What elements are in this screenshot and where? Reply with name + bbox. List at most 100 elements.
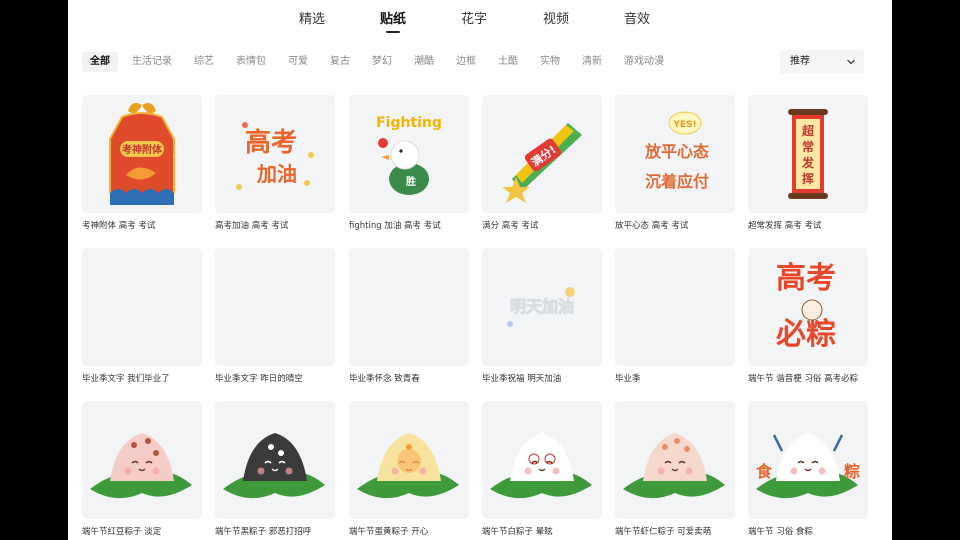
sticker-thumbnail[interactable]: 明天加油 (482, 248, 602, 366)
filter-chip-3[interactable]: 表情包 (236, 52, 266, 72)
scroll-rod-top (788, 109, 828, 115)
sticker-thumbnail[interactable]: YES! 放平心态 沉着应付 (615, 95, 735, 213)
tab-4[interactable]: 音效 (624, 8, 650, 27)
mini-zongzi (801, 299, 823, 321)
sticker-thumbnail[interactable] (82, 248, 202, 366)
sticker-thumbnail[interactable]: 满分! (482, 95, 602, 213)
duck-head (390, 140, 420, 170)
filter-chip-10[interactable]: 实物 (540, 52, 560, 72)
sticker-art: Fighting 胜 (376, 115, 442, 195)
filter-chip-2[interactable]: 综艺 (194, 52, 214, 72)
filter-chip-8[interactable]: 边框 (456, 52, 476, 72)
zongzi-body (776, 433, 840, 481)
sticker-art-text: 加油 (256, 162, 297, 186)
blush-shape (524, 467, 532, 475)
sticker-art (490, 433, 592, 499)
filter-chip-11[interactable]: 清新 (582, 52, 602, 72)
blush-shape (257, 467, 265, 475)
blush-shape (818, 467, 826, 475)
category-tabs: 精选 贴纸 花字 视频 音效 (68, 0, 892, 36)
tab-3[interactable]: 视频 (543, 8, 569, 27)
sticker-thumbnail[interactable] (349, 248, 469, 366)
sticker-thumbnail[interactable] (215, 401, 335, 519)
blush-shape (285, 467, 293, 475)
filter-chip-1[interactable]: 生活记录 (132, 52, 172, 72)
topping-dot (662, 444, 668, 450)
sticker-art-text: 高考 (245, 127, 297, 158)
sticker-caption: 端午节 习俗 食粽 (748, 527, 813, 537)
sticker-thumbnail[interactable]: 考神附体 (82, 95, 202, 213)
tab-2[interactable]: 花字 (461, 8, 487, 27)
sticker-thumbnail[interactable]: 超常发挥 (748, 95, 868, 213)
sticker-caption: 满分 高考 考试 (482, 221, 539, 231)
sticker-thumbnail[interactable] (82, 401, 202, 519)
sticker-art (223, 433, 325, 499)
filter-chip-7[interactable]: 潮酷 (414, 52, 434, 72)
sticker-art-text: 常 (802, 139, 814, 154)
sparkle-dot (236, 184, 242, 190)
sticker-art-text: 粽 (844, 462, 860, 481)
sticker-thumbnail[interactable] (615, 248, 735, 366)
filter-chip-12[interactable]: 游戏动漫 (624, 52, 664, 72)
sparkle-dot (308, 152, 314, 158)
scroll-rod-bottom (788, 193, 828, 199)
blush-shape (419, 467, 427, 475)
sticker-caption: 毕业季文字 我们毕业了 (82, 374, 170, 384)
topping-dot (278, 450, 284, 456)
sticker-panel: 精选 贴纸 花字 视频 音效 推荐 全部 生活记录 综艺 表情包 可爱 复古 梦幻 潮酷 边框 土酷 实物 清… (68, 0, 892, 540)
sticker-thumbnail[interactable]: 高考 必粽 (748, 248, 868, 366)
sticker-thumbnail[interactable] (615, 401, 735, 519)
sticker-art: 超常发挥 (788, 109, 828, 199)
sticker-art-text: 超 (801, 123, 815, 138)
sticker-caption: 端午节蛋黄粽子 开心 (349, 527, 429, 537)
sticker-art-text: Fighting (376, 115, 442, 131)
filter-chip-5[interactable]: 复古 (330, 52, 350, 72)
sticker-art: YES! 放平心态沉着应付 (644, 111, 709, 191)
sticker-art (623, 433, 725, 499)
sticker-art-text: 放平心态 (644, 142, 709, 161)
filter-chip-4[interactable]: 可爱 (288, 52, 308, 72)
sticker-caption: 毕业季 (615, 374, 641, 384)
sticker-art-text: 食 (755, 462, 773, 481)
sticker-caption: 超常发挥 高考 考试 (748, 221, 822, 231)
sticker-art-text: 沉着应付 (645, 172, 709, 191)
sticker-caption: 端午节白粽子 晕眩 (482, 527, 553, 537)
sticker-thumbnail[interactable] (482, 401, 602, 519)
sticker-thumbnail[interactable]: Fighting 胜 (349, 95, 469, 213)
sticker-thumbnail[interactable] (215, 248, 335, 366)
topping-dot (153, 450, 159, 456)
duck-beak (381, 155, 389, 160)
blush-shape (391, 467, 399, 475)
sparkle-dot (242, 122, 248, 128)
sticker-thumbnail[interactable]: 高考加油 (215, 95, 335, 213)
sticker-art: 明天加油 (507, 287, 575, 327)
duck-eye (399, 149, 403, 153)
sticker-art (349, 248, 469, 366)
sticker-caption: 考神附体 高考 考试 (82, 221, 156, 231)
chevron-down-icon (846, 50, 856, 84)
sticker-caption: 毕业季怀念 致青春 (349, 374, 420, 384)
sticker-thumbnail[interactable] (349, 401, 469, 519)
sticker-art-text: 考神附体 (122, 143, 163, 156)
active-tab-underline (386, 31, 400, 33)
knot-shape (128, 103, 156, 113)
tab-0[interactable]: 精选 (299, 8, 325, 27)
sticker-thumbnail[interactable]: 食粽 (748, 401, 868, 519)
sticker-art-text: 明天加油 (510, 297, 574, 316)
sticker-art (82, 248, 202, 366)
filter-chip-0[interactable]: 全部 (82, 52, 118, 72)
flower-shape (378, 138, 388, 148)
filter-chip-9[interactable]: 土酷 (498, 52, 518, 72)
zongzi-body (243, 433, 307, 481)
filter-chip-6[interactable]: 梦幻 (372, 52, 392, 72)
sort-dropdown[interactable]: 推荐 (780, 50, 864, 74)
sticker-caption: 毕业季文字 昨日的晴空 (215, 374, 303, 384)
topping-dot (684, 446, 690, 452)
blush-shape (685, 467, 693, 475)
sticker-art (615, 248, 735, 366)
sticker-caption: 高考加油 高考 考试 (215, 221, 289, 231)
tab-1[interactable]: 贴纸 (380, 8, 406, 27)
filter-row: 推荐 全部 生活记录 综艺 表情包 可爱 复古 梦幻 潮酷 边框 土酷 实物 清新 游戏动漫 (68, 48, 892, 76)
blush-shape (152, 467, 160, 475)
sticker-caption: 端午节虾仁粽子 可爱卖萌 (615, 527, 712, 537)
